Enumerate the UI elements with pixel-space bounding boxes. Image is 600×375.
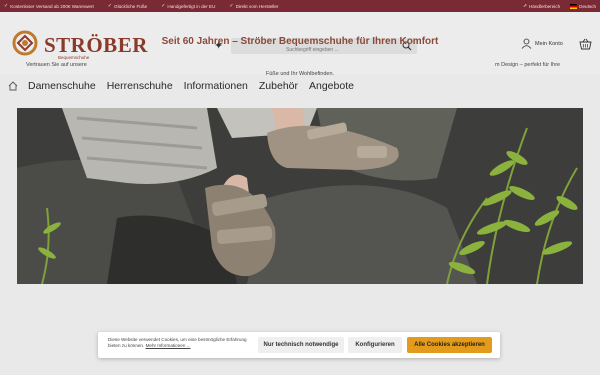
german-flag-icon xyxy=(570,3,578,9)
cookie-more-info-link[interactable]: Mehr Informationen ... xyxy=(146,343,191,348)
accept-all-cookies-button[interactable]: Alle Cookies akzeptieren xyxy=(407,337,492,353)
check-icon: ✓ xyxy=(229,3,234,9)
check-icon: ✓ xyxy=(107,3,112,9)
check-icon: ✓ xyxy=(161,3,166,9)
cookie-text-block: Diese Website verwendet Cookies, um eine… xyxy=(108,337,258,350)
nav-item-herrenschuhe[interactable]: Herrenschuhe xyxy=(107,80,173,92)
dealer-area-link[interactable]: ⇗ Händlerbereich xyxy=(523,3,560,9)
usp-item: ✓ Kostenloser Versand ab 200€ Warenwert xyxy=(4,3,94,9)
cookie-banner: Diese Website verwendet Cookies, um eine… xyxy=(98,332,500,358)
intro-text-start: Vertrauen Sie auf unsere xyxy=(26,62,87,68)
usp-item: ✓ Handgefertigt in der EU xyxy=(161,3,216,9)
share-icon: ⇗ xyxy=(523,3,527,8)
usp-item: ✓ Glückliche Füße xyxy=(107,3,148,9)
top-bar: ✓ Kostenloser Versand ab 200€ Warenwert ✓… xyxy=(0,0,600,12)
brand-subtitle: Bequemschuhe xyxy=(58,55,90,60)
home-icon[interactable] xyxy=(8,81,18,91)
nav-item-damenschuhe[interactable]: Damenschuhe xyxy=(28,80,96,92)
content-section xyxy=(0,284,600,375)
page-headline: Seit 60 Jahren – Ströber Bequemschuhe fü… xyxy=(161,36,439,47)
technical-cookies-button[interactable]: Nur technisch notwendige xyxy=(258,337,344,353)
nav-item-informationen[interactable]: Informationen xyxy=(184,80,248,92)
language-selector[interactable]: Deutsch xyxy=(570,3,596,9)
main-nav: Damenschuhe Herrenschuhe Informationen Z… xyxy=(0,74,600,98)
nav-item-angebote[interactable]: Angebote xyxy=(309,80,354,92)
configure-cookies-button[interactable]: Konfigurieren xyxy=(348,337,402,353)
intro-text-end: m Design – perfekt für Ihre xyxy=(495,62,561,68)
nav-item-zubehoer[interactable]: Zubehör xyxy=(259,80,298,92)
hero-image[interactable] xyxy=(17,108,583,284)
usp-item: ✓ Direkt vom Hersteller xyxy=(229,3,279,9)
check-icon: ✓ xyxy=(4,3,9,9)
intro-text-line2: Füße und Ihr Wohlbefinden. xyxy=(265,71,335,77)
